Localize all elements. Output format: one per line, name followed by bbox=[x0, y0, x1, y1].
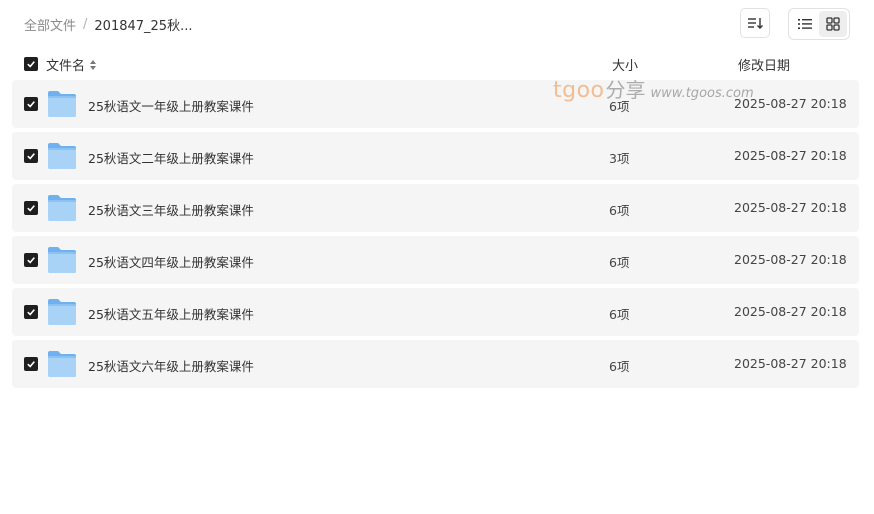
table-header: 文件名 大小 修改日期 bbox=[0, 52, 874, 76]
folder-icon bbox=[48, 351, 76, 377]
breadcrumb: 全部文件 / 201847_25秋... bbox=[24, 14, 192, 34]
breadcrumb-root-link[interactable]: 全部文件 bbox=[24, 15, 76, 34]
file-size: 6项 bbox=[609, 307, 630, 322]
file-name[interactable]: 25秋语文四年级上册教案课件 bbox=[88, 252, 254, 271]
file-size: 6项 bbox=[609, 255, 630, 270]
file-row[interactable]: 25秋语文三年级上册教案课件 6项 2025-08-27 20:18 bbox=[12, 184, 859, 232]
file-row[interactable]: 25秋语文二年级上册教案课件 3项 2025-08-27 20:18 bbox=[12, 132, 859, 180]
check-icon bbox=[27, 153, 35, 160]
column-header-date[interactable]: 修改日期 bbox=[738, 55, 790, 74]
sort-list-icon bbox=[748, 18, 763, 29]
view-mode-switch bbox=[788, 8, 850, 40]
grid-view-icon bbox=[826, 17, 840, 31]
select-all-checkbox[interactable] bbox=[24, 57, 38, 71]
check-icon bbox=[27, 101, 35, 108]
list-view-icon bbox=[798, 19, 812, 29]
folder-icon bbox=[48, 195, 76, 221]
file-size: 3项 bbox=[609, 151, 630, 166]
folder-icon bbox=[48, 299, 76, 325]
column-header-size[interactable]: 大小 bbox=[612, 55, 638, 74]
file-row[interactable]: 25秋语文四年级上册教案课件 6项 2025-08-27 20:18 bbox=[12, 236, 859, 284]
file-row[interactable]: 25秋语文一年级上册教案课件 6项 2025-08-27 20:18 bbox=[12, 80, 859, 128]
file-date: 2025-08-27 20:18 bbox=[734, 252, 847, 267]
folder-icon bbox=[48, 91, 76, 117]
check-icon bbox=[27, 309, 35, 316]
row-checkbox[interactable] bbox=[24, 201, 38, 215]
row-checkbox[interactable] bbox=[24, 149, 38, 163]
file-date: 2025-08-27 20:18 bbox=[734, 148, 847, 163]
row-checkbox[interactable] bbox=[24, 305, 38, 319]
file-name[interactable]: 25秋语文五年级上册教案课件 bbox=[88, 304, 254, 323]
file-row[interactable]: 25秋语文六年级上册教案课件 6项 2025-08-27 20:18 bbox=[12, 340, 859, 388]
file-size: 6项 bbox=[609, 203, 630, 218]
file-row[interactable]: 25秋语文五年级上册教案课件 6项 2025-08-27 20:18 bbox=[12, 288, 859, 336]
breadcrumb-current-folder: 201847_25秋... bbox=[94, 18, 193, 34]
check-icon bbox=[27, 257, 35, 264]
file-list: 25秋语文一年级上册教案课件 6项 2025-08-27 20:18 25秋语文… bbox=[12, 80, 859, 392]
sort-toggle-icon[interactable] bbox=[89, 59, 97, 71]
folder-icon bbox=[48, 247, 76, 273]
check-icon bbox=[27, 61, 35, 68]
checkbox-box bbox=[24, 57, 38, 71]
file-name[interactable]: 25秋语文二年级上册教案课件 bbox=[88, 148, 254, 167]
check-icon bbox=[27, 361, 35, 368]
file-size: 6项 bbox=[609, 99, 630, 114]
check-icon bbox=[27, 205, 35, 212]
file-browser: 全部文件 / 201847_25秋... 文件名 大小 修改日期 25秋语文一年… bbox=[0, 0, 874, 514]
file-date: 2025-08-27 20:18 bbox=[734, 200, 847, 215]
sort-button[interactable] bbox=[740, 8, 770, 38]
list-view-button[interactable] bbox=[791, 11, 819, 37]
file-date: 2025-08-27 20:18 bbox=[734, 304, 847, 319]
file-date: 2025-08-27 20:18 bbox=[734, 356, 847, 371]
breadcrumb-separator: / bbox=[83, 16, 88, 32]
column-header-name-label: 文件名 bbox=[46, 59, 86, 74]
row-checkbox[interactable] bbox=[24, 97, 38, 111]
file-size: 6项 bbox=[609, 359, 630, 374]
row-checkbox[interactable] bbox=[24, 253, 38, 267]
file-date: 2025-08-27 20:18 bbox=[734, 96, 847, 111]
grid-view-button[interactable] bbox=[819, 11, 847, 37]
folder-icon bbox=[48, 143, 76, 169]
file-name[interactable]: 25秋语文六年级上册教案课件 bbox=[88, 356, 254, 375]
row-checkbox[interactable] bbox=[24, 357, 38, 371]
file-name[interactable]: 25秋语文三年级上册教案课件 bbox=[88, 200, 254, 219]
file-name[interactable]: 25秋语文一年级上册教案课件 bbox=[88, 96, 254, 115]
column-header-name[interactable]: 文件名 bbox=[46, 55, 97, 74]
